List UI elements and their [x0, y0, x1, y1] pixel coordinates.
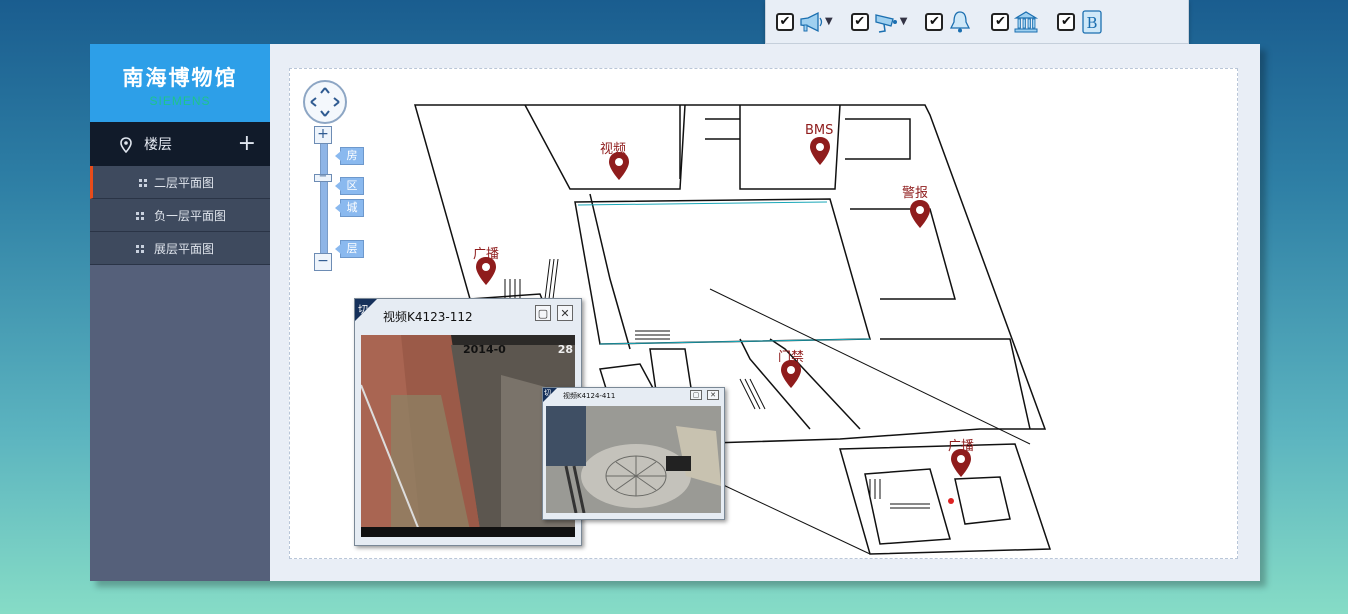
- brand-title: 南海博物馆: [122, 65, 238, 90]
- bms-checkbox[interactable]: ✔: [1057, 12, 1076, 31]
- access-marker-icon[interactable]: [780, 359, 802, 389]
- broadcast-filter[interactable]: ✔ ▼: [776, 9, 833, 35]
- broadcast-marker-icon[interactable]: [475, 256, 497, 286]
- sidebar-item-floor-2[interactable]: 二层平面图: [90, 166, 270, 199]
- grid-dots-icon: [136, 245, 144, 253]
- video-window-title: 视频K4124-411: [563, 392, 616, 400]
- video-timestamp: 2014-0: [463, 343, 506, 356]
- close-button[interactable]: ✕: [557, 305, 573, 321]
- camera-checkbox[interactable]: ✔: [850, 12, 869, 31]
- close-button[interactable]: ✕: [707, 390, 719, 400]
- brand-subtitle: SIEMENS: [149, 94, 211, 108]
- map-pan-control[interactable]: [303, 80, 347, 124]
- camera-feed-image: [546, 406, 721, 513]
- sidebar-item-exhibit-floor[interactable]: 展层平面图: [90, 232, 270, 265]
- alarm-checkbox[interactable]: ✔: [925, 12, 944, 31]
- switch-badge[interactable]: 切: [543, 388, 557, 402]
- bms-marker-icon[interactable]: [809, 136, 831, 166]
- grid-dots-icon: [139, 179, 147, 187]
- sidebar: 南海博物馆 SIEMENS 楼层 + 二层平面图 负一层平面图 展层平面图: [90, 44, 270, 581]
- video-marker-icon[interactable]: [608, 151, 630, 181]
- sidebar-item-label: 二层平面图: [154, 175, 215, 190]
- broadcast-marker-icon[interactable]: [950, 448, 972, 478]
- zoom-slider-handle[interactable]: −: [314, 172, 332, 182]
- bell-icon: [950, 10, 971, 32]
- video-window-header[interactable]: 切 视频K4123-112 ▢ ✕: [355, 299, 581, 327]
- video-frame-counter: 28: [557, 343, 573, 356]
- access-checkbox[interactable]: ✔: [991, 12, 1010, 31]
- zoom-level-zone[interactable]: 区: [335, 177, 364, 195]
- megaphone-icon: [800, 11, 823, 32]
- zoom-level-city[interactable]: 城: [335, 199, 364, 217]
- b-letter-icon: B: [1082, 9, 1103, 34]
- broadcast-checkbox[interactable]: ✔: [776, 12, 794, 31]
- sidebar-item-floor-b1[interactable]: 负一层平面图: [90, 199, 270, 232]
- video-feed: [546, 406, 721, 513]
- brand-header: 南海博物馆 SIEMENS: [90, 44, 270, 122]
- grid-dots-icon: [136, 212, 144, 220]
- chevron-down-icon[interactable]: ▼: [900, 16, 908, 27]
- alarm-filter[interactable]: ✔: [925, 9, 973, 35]
- floor-section-label: 楼层: [144, 137, 172, 153]
- map-viewport[interactable]: + − − 房 区 城 层 视频 BMS 警报 广播 门禁 广播 切 视频K41…: [289, 68, 1238, 559]
- video-window-k4124[interactable]: 切 视频K4124-411 ▢ ✕: [542, 387, 725, 520]
- chevron-down-icon[interactable]: ▼: [825, 16, 833, 27]
- zoom-in-button[interactable]: +: [314, 126, 332, 144]
- maximize-button[interactable]: ▢: [535, 305, 551, 321]
- add-floor-button[interactable]: +: [238, 131, 256, 156]
- alarm-marker-icon[interactable]: [909, 199, 931, 229]
- sidebar-item-label: 展层平面图: [154, 241, 215, 256]
- main-panel: 南海博物馆 SIEMENS 楼层 + 二层平面图 负一层平面图 展层平面图 + …: [90, 44, 1260, 581]
- floor-section-header: 楼层 +: [90, 122, 270, 166]
- pan-arrows-icon: [310, 87, 340, 117]
- video-window-title: 视频K4123-112: [383, 310, 473, 324]
- maximize-button[interactable]: ▢: [690, 390, 702, 400]
- bms-filter[interactable]: ✔ B: [1057, 9, 1105, 35]
- switch-badge[interactable]: 切: [355, 299, 377, 321]
- location-pin-icon: [120, 137, 132, 153]
- access-filter[interactable]: ✔: [991, 9, 1039, 35]
- video-window-header[interactable]: 切 视频K4124-411 ▢ ✕: [543, 388, 724, 404]
- zoom-out-button[interactable]: −: [314, 253, 332, 271]
- camera-icon: [875, 13, 897, 33]
- bank-icon: [1014, 10, 1039, 32]
- zoom-slider-track[interactable]: [320, 133, 328, 260]
- svg-text:B: B: [1087, 14, 1098, 32]
- camera-filter[interactable]: ✔ ▼: [850, 9, 908, 35]
- layer-filter-toolbar: ✔ ▼ ✔ ▼ ✔ ✔ ✔ B: [765, 0, 1189, 44]
- zoom-level-floor[interactable]: 层: [335, 240, 364, 258]
- zoom-level-room[interactable]: 房: [335, 147, 364, 165]
- sidebar-item-label: 负一层平面图: [154, 208, 227, 223]
